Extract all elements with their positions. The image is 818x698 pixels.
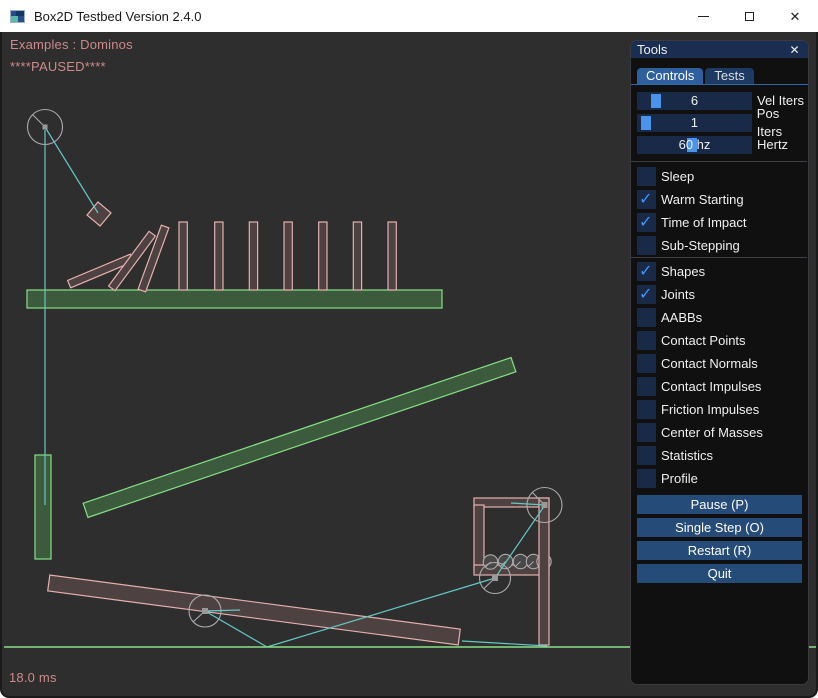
- check-icon: ✓: [639, 261, 652, 281]
- minimize-button[interactable]: [680, 0, 726, 32]
- checkbox[interactable]: [637, 377, 656, 396]
- simulation-canvas[interactable]: Examples : Dominos ****PAUSED**** 18.0 m…: [0, 32, 818, 698]
- maximize-icon: [745, 12, 754, 21]
- restart-button[interactable]: Restart (R): [637, 541, 802, 560]
- checkbox-row-shapes[interactable]: ✓ Shapes: [637, 262, 763, 281]
- os-titlebar[interactable]: Box2D Testbed Version 2.4.0 ✕: [0, 0, 818, 32]
- checkbox-label: Shapes: [661, 262, 705, 281]
- separator: [631, 161, 807, 162]
- checkbox[interactable]: [637, 400, 656, 419]
- tools-close-icon[interactable]: ✕: [787, 43, 802, 57]
- tools-panel-titlebar[interactable]: Tools ✕: [631, 41, 808, 58]
- action-buttons: Pause (P) Single Step (O) Restart (R) Quit: [637, 495, 802, 587]
- check-icon: ✓: [639, 212, 652, 232]
- close-button[interactable]: ✕: [772, 0, 818, 32]
- checkbox[interactable]: ✓: [637, 285, 656, 304]
- solver-checkbox-group: Sleep ✓ Warm Starting ✓ Time of Impact S…: [637, 167, 746, 259]
- checkbox[interactable]: [637, 446, 656, 465]
- checkbox-row-contact-points[interactable]: Contact Points: [637, 331, 763, 350]
- vertical-plank: [35, 455, 51, 559]
- checkbox-label: Contact Impulses: [661, 377, 761, 396]
- slider-group: 6 Vel Iters 1 Pos Iters 60 hz: [637, 92, 808, 158]
- checkbox-row-time-of-impact[interactable]: ✓ Time of Impact: [637, 213, 746, 232]
- slider-label: Hertz: [757, 136, 788, 154]
- example-label: Examples : Dominos: [10, 37, 133, 52]
- minimize-icon: [698, 16, 709, 17]
- window-title: Box2D Testbed Version 2.4.0: [34, 9, 201, 24]
- checkbox[interactable]: [637, 308, 656, 327]
- checkbox-label: Statistics: [661, 446, 713, 465]
- close-icon: ✕: [790, 10, 801, 23]
- checkbox-row-warm-starting[interactable]: ✓ Warm Starting: [637, 190, 746, 209]
- domino-shelf: [27, 290, 442, 308]
- checkbox-label: Sleep: [661, 167, 694, 186]
- checkbox[interactable]: [637, 354, 656, 373]
- separator: [631, 257, 807, 258]
- checkbox-label: Contact Normals: [661, 354, 758, 373]
- checkbox-row-friction-impulses[interactable]: Friction Impulses: [637, 400, 763, 419]
- checkbox[interactable]: [637, 331, 656, 350]
- checkbox-row-center-of-masses[interactable]: Center of Masses: [637, 423, 763, 442]
- tab-tests[interactable]: Tests: [705, 68, 753, 84]
- checkbox-label: Center of Masses: [661, 423, 763, 442]
- check-icon: ✓: [639, 284, 652, 304]
- app-icon: [10, 10, 25, 23]
- fallen-dominos: [68, 225, 169, 292]
- slider-hertz: 60 hz Hertz: [637, 136, 808, 154]
- checkbox-label: Time of Impact: [661, 213, 746, 232]
- checkbox-row-sub-stepping[interactable]: Sub-Stepping: [637, 236, 746, 255]
- checkbox-row-contact-impulses[interactable]: Contact Impulses: [637, 377, 763, 396]
- frame-right-post: [539, 498, 549, 645]
- quit-button[interactable]: Quit: [637, 564, 802, 583]
- single-step-button[interactable]: Single Step (O): [637, 518, 802, 537]
- check-icon: ✓: [639, 189, 652, 209]
- checkbox[interactable]: ✓: [637, 190, 656, 209]
- checkbox[interactable]: [637, 469, 656, 488]
- checkbox[interactable]: [637, 423, 656, 442]
- tools-panel-title: Tools: [637, 42, 667, 57]
- paused-label: ****PAUSED****: [10, 59, 106, 74]
- pause-button[interactable]: Pause (P): [637, 495, 802, 514]
- checkbox-row-contact-normals[interactable]: Contact Normals: [637, 354, 763, 373]
- hertz-slider[interactable]: 60 hz: [637, 136, 752, 154]
- app-window: Box2D Testbed Version 2.4.0 ✕: [0, 0, 818, 698]
- frame-time-label: 18.0 ms: [9, 670, 57, 685]
- draw-checkbox-group: ✓ Shapes ✓ Joints AABBs Contact Points C…: [637, 262, 763, 492]
- vel-iters-slider[interactable]: 6: [637, 92, 752, 110]
- checkbox-row-sleep[interactable]: Sleep: [637, 167, 746, 186]
- checkbox-label: Profile: [661, 469, 698, 488]
- checkbox-label: Sub-Stepping: [661, 236, 740, 255]
- tab-controls[interactable]: Controls: [637, 68, 703, 84]
- checkbox[interactable]: [637, 236, 656, 255]
- checkbox-label: Joints: [661, 285, 695, 304]
- tools-panel: Tools ✕ Controls Tests 6 Vel Iters: [630, 40, 809, 685]
- checkbox-row-profile[interactable]: Profile: [637, 469, 763, 488]
- joint-anchors: [43, 125, 548, 615]
- maximize-button[interactable]: [726, 0, 772, 32]
- slider-pos-iters: 1 Pos Iters: [637, 114, 808, 132]
- checkbox-row-statistics[interactable]: Statistics: [637, 446, 763, 465]
- checkbox[interactable]: ✓: [637, 262, 656, 281]
- checkbox-label: Friction Impulses: [661, 400, 759, 419]
- checkbox-row-joints[interactable]: ✓ Joints: [637, 285, 763, 304]
- window-controls: ✕: [680, 0, 818, 32]
- checkbox-label: AABBs: [661, 308, 702, 327]
- standing-dominos: [179, 222, 396, 290]
- checkbox-row-aabbs[interactable]: AABBs: [637, 308, 763, 327]
- pos-iters-slider[interactable]: 1: [637, 114, 752, 132]
- long-ramp: [83, 358, 516, 518]
- checkbox-label: Warm Starting: [661, 190, 744, 209]
- ground-plank: [48, 575, 461, 645]
- tab-underline: [631, 84, 808, 85]
- checkbox[interactable]: ✓: [637, 213, 656, 232]
- checkbox[interactable]: [637, 167, 656, 186]
- swinging-box: [87, 202, 111, 226]
- tab-bar: Controls Tests: [637, 68, 754, 84]
- checkbox-label: Contact Points: [661, 331, 746, 350]
